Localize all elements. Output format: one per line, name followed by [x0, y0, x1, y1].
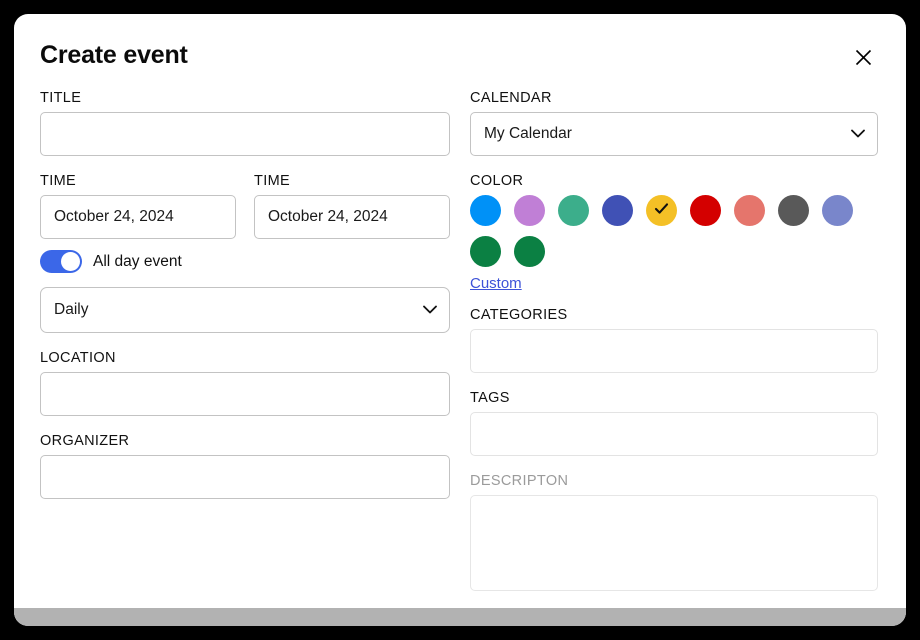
all-day-toggle[interactable] — [40, 250, 82, 273]
create-event-dialog: Create event TITLE — [14, 14, 906, 626]
calendar-label: CALENDAR — [470, 90, 878, 106]
all-day-label: All day event — [93, 253, 182, 271]
scrollbar-thumb[interactable] — [14, 608, 906, 626]
recurrence-field-block: Daily — [40, 287, 450, 333]
location-input[interactable] — [40, 372, 450, 416]
dialog-content: Create event TITLE — [14, 14, 906, 608]
color-swatch-grid — [470, 195, 870, 267]
all-day-row: All day event — [40, 250, 450, 273]
form-columns: TITLE TIME TIME — [40, 90, 878, 596]
color-field-block: COLOR Custom — [470, 173, 878, 307]
color-swatch-salmon[interactable] — [734, 195, 765, 226]
location-field-block: LOCATION — [40, 350, 450, 416]
calendar-select[interactable]: My Calendar — [470, 112, 878, 156]
recurrence-value: Daily — [54, 301, 88, 319]
categories-input[interactable] — [470, 329, 878, 373]
title-field-block: TITLE — [40, 90, 450, 156]
calendar-value: My Calendar — [484, 125, 572, 143]
color-swatch-orchid[interactable] — [514, 195, 545, 226]
time-end-label: TIME — [254, 173, 450, 189]
page-title: Create event — [40, 40, 878, 70]
color-swatch-red[interactable] — [690, 195, 721, 226]
close-button[interactable] — [850, 44, 876, 70]
categories-label: CATEGORIES — [470, 307, 878, 323]
recurrence-select-wrap: Daily — [40, 287, 450, 333]
organizer-input[interactable] — [40, 455, 450, 499]
time-start-input[interactable] — [40, 195, 236, 239]
color-swatch-green-2[interactable] — [514, 236, 545, 267]
color-swatch-periwinkle[interactable] — [822, 195, 853, 226]
color-swatch-sea-green[interactable] — [558, 195, 589, 226]
location-label: LOCATION — [40, 350, 450, 366]
calendar-field-block: CALENDAR My Calendar — [470, 90, 878, 156]
title-input[interactable] — [40, 112, 450, 156]
calendar-select-wrap: My Calendar — [470, 112, 878, 156]
tags-label: TAGS — [470, 390, 878, 406]
horizontal-scrollbar[interactable] — [14, 608, 906, 626]
organizer-field-block: ORGANIZER — [40, 433, 450, 499]
close-icon — [854, 48, 873, 67]
time-end-input[interactable] — [254, 195, 450, 239]
color-swatch-gray[interactable] — [778, 195, 809, 226]
left-column: TITLE TIME TIME — [40, 90, 450, 596]
time-start-label: TIME — [40, 173, 236, 189]
time-row: TIME TIME — [40, 173, 450, 239]
description-field-block: DESCRIPTON — [470, 473, 878, 596]
recurrence-select[interactable]: Daily — [40, 287, 450, 333]
description-textarea[interactable] — [470, 495, 878, 591]
color-label: COLOR — [470, 173, 878, 189]
time-end-block: TIME — [254, 173, 450, 239]
color-swatch-amber[interactable] — [646, 195, 677, 226]
screen: Create event TITLE — [0, 0, 920, 640]
color-swatch-green[interactable] — [470, 236, 501, 267]
tags-input[interactable] — [470, 412, 878, 456]
color-swatch-blue[interactable] — [470, 195, 501, 226]
dialog-header: Create event — [40, 40, 878, 84]
color-swatch-indigo[interactable] — [602, 195, 633, 226]
organizer-label: ORGANIZER — [40, 433, 450, 449]
right-column: CALENDAR My Calendar — [470, 90, 878, 596]
tags-field-block: TAGS — [470, 390, 878, 456]
categories-field-block: CATEGORIES — [470, 307, 878, 373]
check-icon — [653, 200, 670, 222]
time-start-block: TIME — [40, 173, 236, 239]
description-label: DESCRIPTON — [470, 473, 878, 489]
toggle-knob — [61, 252, 80, 271]
title-label: TITLE — [40, 90, 450, 106]
custom-color-link[interactable]: Custom — [470, 275, 522, 292]
